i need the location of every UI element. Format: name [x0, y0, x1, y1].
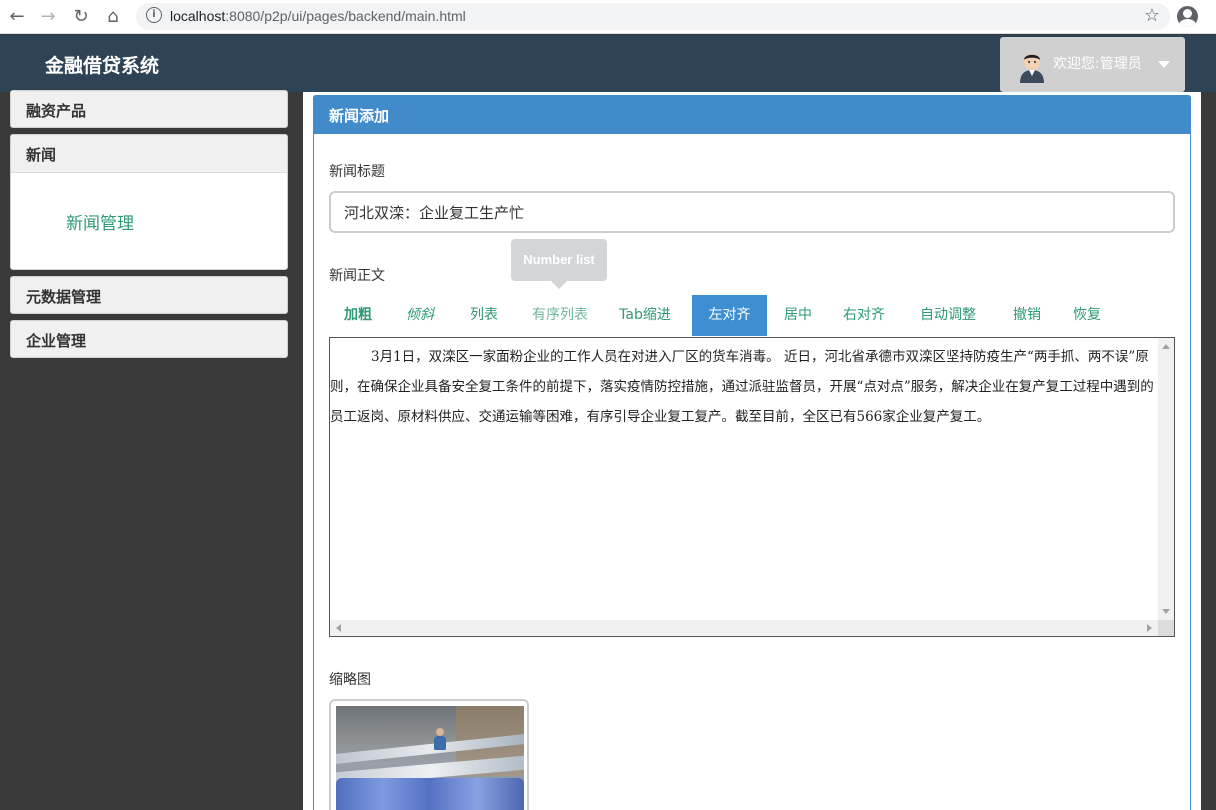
- url-host: localhost: [170, 8, 226, 24]
- watermark: @51CTO博客: [1108, 789, 1191, 804]
- panel-header: 新闻添加: [313, 95, 1191, 134]
- panel-title: 新闻添加: [329, 107, 390, 125]
- sidebar: 融资产品 新闻 新闻管理 元数据管理 企业管理: [0, 90, 300, 810]
- profile-icon[interactable]: [1177, 6, 1198, 27]
- news-body-label: 新闻正文: [329, 268, 385, 284]
- sidebar-item-news[interactable]: 新闻: [11, 135, 287, 173]
- back-arrow-icon[interactable]: ←: [6, 6, 28, 28]
- news-title-label: 新闻标题: [329, 164, 385, 180]
- toolbar-tooltip: Number list: [511, 239, 607, 289]
- thumbnail-label: 缩略图: [329, 672, 371, 688]
- auto-adjust-button[interactable]: 自动调整: [912, 295, 984, 336]
- sidebar-group-news: 新闻 新闻管理: [10, 134, 288, 270]
- browser-toolbar: ← → ↻ ⌂ i localhost:8080/p2p/ui/pages/ba…: [0, 0, 1216, 34]
- editor-toolbar: 加粗 倾斜 列表 有序列表 Tab缩进 左对齐 居中 右对齐 自动调整 撤销 恢…: [329, 295, 1175, 337]
- undo-button[interactable]: 撤销: [1005, 295, 1049, 336]
- horizontal-scrollbar[interactable]: [330, 620, 1158, 636]
- bookmark-star-icon[interactable]: ☆: [1144, 5, 1160, 26]
- url-text: localhost:8080/p2p/ui/pages/backend/main…: [170, 8, 466, 24]
- right-margin: [1201, 92, 1216, 810]
- app-title: 金融借贷系统: [45, 55, 160, 77]
- url-path: :8080/p2p/ui/pages/backend/main.html: [225, 8, 466, 24]
- tooltip-text: Number list: [523, 252, 595, 267]
- scroll-right-icon[interactable]: [1147, 624, 1152, 632]
- news-body-text[interactable]: 3月1日，双滦区一家面粉企业的工作人员在对进入厂区的货车消毒。 近日，河北省承德…: [330, 342, 1158, 432]
- tab-indent-button[interactable]: Tab缩进: [609, 295, 681, 336]
- scroll-up-icon[interactable]: [1162, 344, 1170, 349]
- user-avatar-icon: [1020, 54, 1044, 83]
- info-icon[interactable]: i: [146, 7, 162, 23]
- list-button[interactable]: 列表: [455, 295, 513, 336]
- reload-icon[interactable]: ↻: [70, 6, 92, 28]
- scrollbar-corner: [1158, 620, 1174, 636]
- sidebar-item-enterprise[interactable]: 企业管理: [10, 320, 288, 358]
- app-header: 金融借贷系统 欢迎您:管理员: [0, 35, 1216, 92]
- thumbnail-image: [336, 706, 524, 810]
- home-icon[interactable]: ⌂: [102, 6, 124, 28]
- vertical-scrollbar[interactable]: [1158, 338, 1174, 620]
- bold-button[interactable]: 加粗: [329, 295, 387, 336]
- italic-button[interactable]: 倾斜: [391, 295, 449, 336]
- news-title-input[interactable]: [329, 191, 1175, 233]
- address-bar[interactable]: i localhost:8080/p2p/ui/pages/backend/ma…: [136, 3, 1170, 30]
- sidebar-item-metadata[interactable]: 元数据管理: [10, 276, 288, 314]
- thumbnail-frame[interactable]: [329, 699, 529, 810]
- sidebar-item-label: 融资产品: [26, 102, 87, 120]
- caret-down-icon: [1158, 61, 1170, 68]
- main-content: 新闻添加 新闻标题 新闻正文 Number list 加粗 倾斜 列表 有序列表…: [303, 92, 1201, 810]
- sidebar-subitem-news-management[interactable]: 新闻管理: [66, 209, 134, 234]
- scroll-left-icon[interactable]: [336, 624, 341, 632]
- sidebar-item-label: 元数据管理: [26, 288, 102, 306]
- sidebar-item-label: 新闻: [26, 146, 57, 164]
- user-name: 欢迎您:管理员: [1053, 56, 1142, 72]
- user-menu-button[interactable]: 欢迎您:管理员: [1000, 37, 1185, 92]
- news-body-editor[interactable]: 3月1日，双滦区一家面粉企业的工作人员在对进入厂区的货车消毒。 近日，河北省承德…: [329, 337, 1175, 637]
- ordered-list-button[interactable]: 有序列表: [519, 295, 601, 336]
- align-right-button[interactable]: 右对齐: [835, 295, 893, 336]
- scroll-down-icon[interactable]: [1162, 609, 1170, 614]
- align-center-button[interactable]: 居中: [775, 295, 821, 336]
- forward-arrow-icon[interactable]: →: [37, 6, 59, 28]
- redo-button[interactable]: 恢复: [1065, 295, 1109, 336]
- sidebar-item-label: 企业管理: [26, 332, 87, 350]
- sidebar-item-financing[interactable]: 融资产品: [10, 90, 288, 128]
- align-left-button[interactable]: 左对齐: [692, 295, 767, 336]
